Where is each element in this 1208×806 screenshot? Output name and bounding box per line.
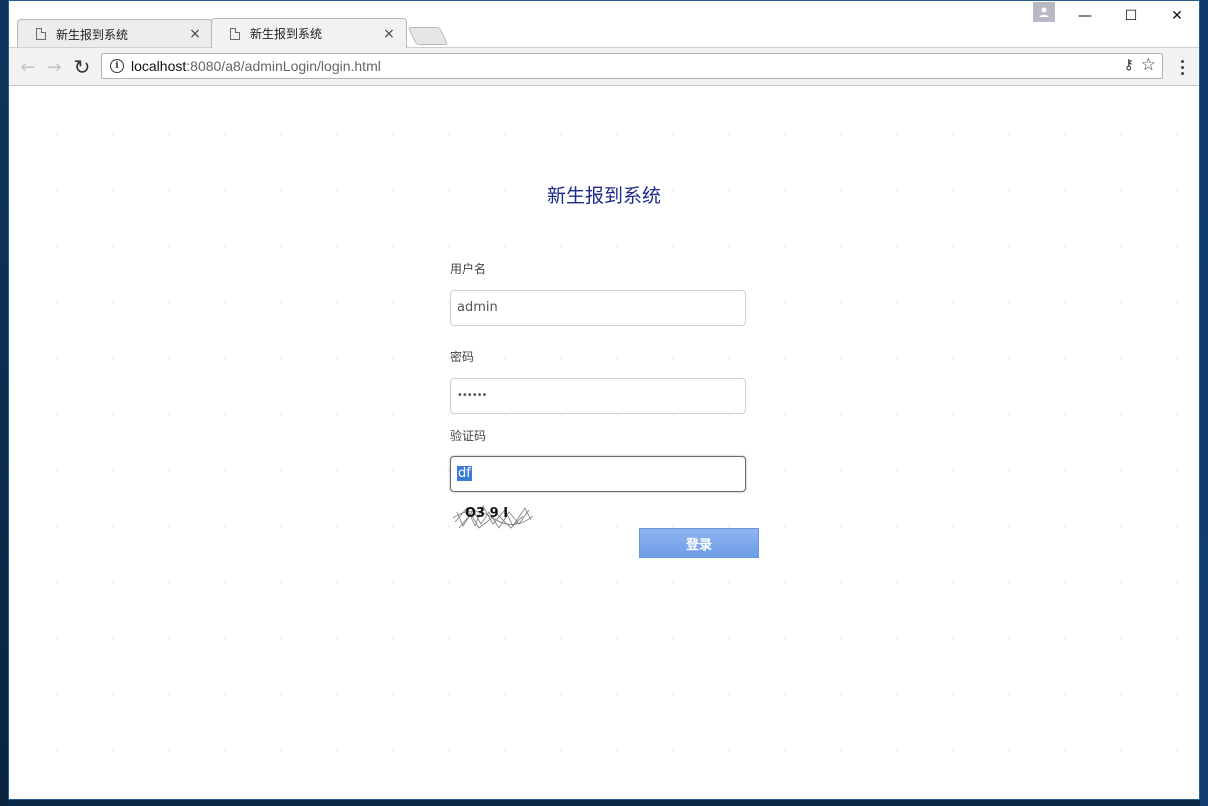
username-label: 用户名 xyxy=(450,262,487,276)
tab-1[interactable]: 新生报到系统 × xyxy=(17,19,213,48)
menu-icon[interactable] xyxy=(1175,56,1189,78)
desktop-background-left xyxy=(0,0,8,806)
tab-title: 新生报到系统 xyxy=(56,27,129,42)
page-icon xyxy=(36,28,46,40)
url-path: :8080/a8/adminLogin/login.html xyxy=(186,58,381,74)
captcha-label: 验证码 xyxy=(450,429,487,443)
tab-title: 新生报到系统 xyxy=(250,27,323,41)
captcha-image[interactable]: O3 9 I xyxy=(453,500,533,530)
star-icon[interactable]: ☆ xyxy=(1141,55,1156,75)
back-icon[interactable]: ← xyxy=(17,56,39,78)
captcha-input[interactable]: df xyxy=(450,456,746,492)
info-icon[interactable]: i xyxy=(110,59,124,73)
maximize-icon[interactable]: ☐ xyxy=(1108,1,1154,31)
page-title: 新生报到系统 xyxy=(546,185,661,207)
profile-icon[interactable] xyxy=(1033,2,1055,22)
page-content: 新生报到系统 用户名 admin 密码 •••••• 验证码 df O3 9 I… xyxy=(9,86,1199,799)
tab-close-icon[interactable]: × xyxy=(188,26,202,42)
captcha-code: O3 9 I xyxy=(465,506,508,521)
tab-2[interactable]: 新生报到系统 × xyxy=(211,18,407,48)
login-button[interactable]: 登录 xyxy=(639,528,759,558)
key-icon[interactable]: ⚷ xyxy=(1124,57,1134,73)
reload-icon[interactable]: ↻ xyxy=(71,55,93,79)
url-text[interactable]: localhost:8080/a8/adminLogin/login.html xyxy=(131,58,381,74)
address-bar[interactable]: i localhost:8080/a8/adminLogin/login.htm… xyxy=(101,53,1163,79)
window-close-icon[interactable]: ✕ xyxy=(1154,1,1200,31)
minimize-icon[interactable]: — xyxy=(1062,1,1108,31)
menu-dot xyxy=(1180,59,1184,63)
menu-dot xyxy=(1180,65,1184,69)
page-icon xyxy=(230,27,240,40)
menu-dot xyxy=(1180,71,1184,75)
password-input[interactable]: •••••• xyxy=(450,378,746,414)
password-label: 密码 xyxy=(450,350,475,364)
forward-icon[interactable]: → xyxy=(43,56,65,78)
desktop-background-right xyxy=(1200,0,1208,806)
tab-strip: 新生报到系统 × 新生报到系统 × — ☐ ✕ xyxy=(9,1,1199,48)
username-input[interactable]: admin xyxy=(450,290,746,326)
browser-toolbar: ← → ↻ i localhost:8080/a8/adminLogin/log… xyxy=(9,48,1199,86)
captcha-input-selected-text: df xyxy=(457,466,472,481)
new-tab-button[interactable] xyxy=(407,27,449,45)
browser-window: 新生报到系统 × 新生报到系统 × — ☐ ✕ ← → ↻ i localhos… xyxy=(8,0,1200,800)
url-host: localhost xyxy=(131,58,187,74)
tab-close-icon[interactable]: × xyxy=(382,26,396,42)
